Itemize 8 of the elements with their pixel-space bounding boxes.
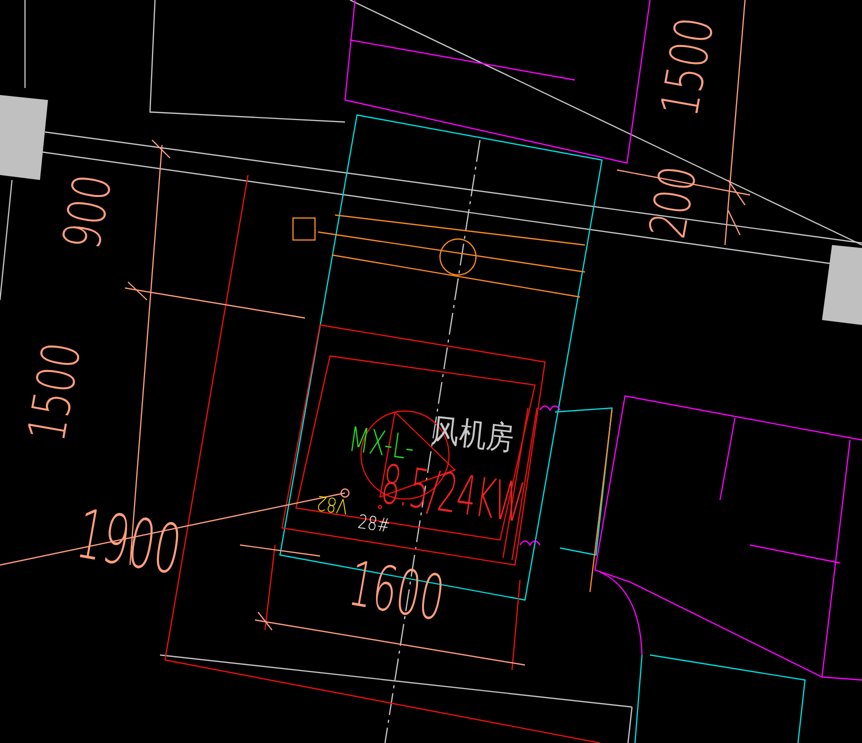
dimension-label: 1500 bbox=[15, 338, 93, 446]
dimension-label: 200 bbox=[639, 162, 708, 242]
room-label: 风机房 bbox=[430, 412, 516, 458]
dimension-label: 1900 bbox=[70, 495, 187, 591]
dimension-label: 900 bbox=[50, 170, 124, 254]
tag-label: V82 bbox=[315, 490, 350, 518]
dimension-label: 1600 bbox=[344, 548, 450, 636]
dimension-label: 1500 bbox=[648, 12, 726, 122]
